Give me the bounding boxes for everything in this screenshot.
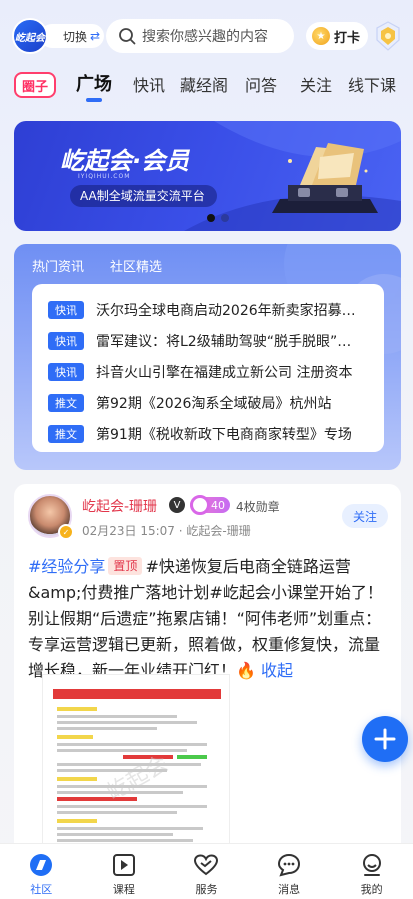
news-title: 第91期《税收新政下电商商家转型》专场 <box>96 426 352 443</box>
news-item[interactable]: 推文 第92期《2026淘系全域破局》杭州站 <box>48 387 374 418</box>
message-icon <box>278 853 301 877</box>
news-title: 第92期《2026淘系全域破局》杭州站 <box>96 395 332 412</box>
news-tag: 快讯 <box>48 331 84 350</box>
news-tag: 推文 <box>48 424 84 443</box>
medal-icon[interactable] <box>374 20 402 52</box>
nav-community[interactable]: 社区 <box>0 844 83 899</box>
news-tag: 快讯 <box>48 300 84 319</box>
service-icon <box>194 854 219 876</box>
tab-hot-news[interactable]: 热门资讯 <box>32 256 84 275</box>
tab-follow[interactable]: 关注 <box>300 72 332 96</box>
category-tabs: 圈子 广场 快讯 藏经阁 问答 关注 线下课 <box>0 68 413 102</box>
nav-label: 服务 <box>195 883 218 896</box>
hashtag[interactable]: #经验分享 <box>28 557 105 576</box>
active-tab-indicator <box>86 98 102 102</box>
course-icon <box>112 854 135 876</box>
news-tag: 快讯 <box>48 362 84 381</box>
news-title: 雷军建议：将L2级辅助驾驶“脱手脱眼”列入 <box>96 333 358 350</box>
switch-label: 切换 <box>63 29 88 44</box>
follow-button[interactable]: 关注 <box>342 504 388 528</box>
nav-message[interactable]: 消息 <box>248 844 331 899</box>
app-logo[interactable]: 屹起会 <box>12 18 48 54</box>
banner-title: 屹起会·会员 <box>60 147 190 175</box>
nav-label: 消息 <box>278 883 301 896</box>
checkin-button[interactable]: ★ 打卡 <box>306 22 368 50</box>
verified-badge-icon: ✓ <box>58 524 74 540</box>
top-bar: 切换 ⇄ 屹起会 搜索你感兴趣的内容 ★ 打卡 <box>0 12 413 58</box>
news-card: 热门资讯 社区精选 快讯 沃尔玛全球电商启动2026年新卖家招募计划 快讯 雷军… <box>14 244 401 470</box>
news-title: 抖音火山引擎在福建成立新公司 注册资本 <box>96 364 353 381</box>
news-list: 快讯 沃尔玛全球电商启动2026年新卖家招募计划 快讯 雷军建议：将L2级辅助驾… <box>32 284 384 452</box>
v-badge-icon: V <box>169 497 185 513</box>
create-post-button[interactable] <box>362 716 408 762</box>
pagination-dot[interactable] <box>221 214 229 222</box>
news-tabs: 热门资讯 社区精选 <box>32 256 162 275</box>
bottom-navigation: 社区 课程 服务 消息 我的 <box>0 843 413 899</box>
post-content: #经验分享 置顶 #快递恢复后电商全链路运营&amp;付费推广落地计划#屹起会小课堂… <box>28 554 390 684</box>
svg-text:屹起会: 屹起会 <box>103 751 173 806</box>
news-tag: 推文 <box>48 393 84 412</box>
coin-icon: ★ <box>312 27 330 45</box>
nav-label: 我的 <box>360 883 383 896</box>
news-item[interactable]: 快讯 雷军建议：将L2级辅助驾驶“脱手脱眼”列入 <box>48 325 374 356</box>
circle-button[interactable]: 圈子 <box>14 72 56 98</box>
search-placeholder: 搜索你感兴趣的内容 <box>142 29 268 45</box>
banner-subtitle: AA制全域流量交流平台 <box>70 185 217 207</box>
tab-news[interactable]: 快讯 <box>133 72 165 96</box>
banner-domain: IYIQIHUI.COM <box>78 173 131 180</box>
post-card[interactable]: ✓ 屹起会-珊珊 V 40 4枚勋章 02月23日 15:07 · 屹起会-珊珊… <box>14 484 401 856</box>
switch-icon: ⇄ <box>90 29 101 43</box>
nav-profile[interactable]: 我的 <box>330 844 413 899</box>
news-title: 沃尔玛全球电商启动2026年新卖家招募计划 <box>96 302 358 319</box>
tab-library[interactable]: 藏经阁 <box>180 72 228 96</box>
pinned-badge: 置顶 <box>108 557 143 575</box>
checkin-label: 打卡 <box>334 30 361 46</box>
switch-button[interactable]: 切换 ⇄ <box>40 24 104 48</box>
medal-count[interactable]: 4枚勋章 <box>236 498 280 515</box>
nav-label: 社区 <box>30 883 53 896</box>
level-ring-icon <box>190 495 210 515</box>
news-item[interactable]: 推文 第91期《税收新政下电商商家转型》专场 <box>48 418 374 449</box>
tab-qa[interactable]: 问答 <box>245 72 277 96</box>
tab-offline-course[interactable]: 线下课 <box>348 72 396 96</box>
nav-label: 课程 <box>112 883 135 896</box>
post-image[interactable]: 屹起会 <box>42 674 230 856</box>
news-item[interactable]: 快讯 沃尔玛全球电商启动2026年新卖家招募计划 <box>48 294 374 325</box>
search-icon <box>119 28 136 45</box>
author-name[interactable]: 屹起会-珊珊 <box>82 496 157 516</box>
nav-course[interactable]: 课程 <box>83 844 166 899</box>
post-meta: 02月23日 15:07 · 屹起会-珊珊 <box>82 524 251 538</box>
banner-pagination <box>207 214 229 222</box>
member-banner[interactable]: 屹起会·会员 IYIQIHUI.COM AA制全域流量交流平台 <box>14 121 401 231</box>
nav-service[interactable]: 服务 <box>165 844 248 899</box>
plus-icon <box>374 728 396 750</box>
community-icon <box>30 854 53 876</box>
news-item[interactable]: 快讯 抖音火山引擎在福建成立新公司 注册资本 <box>48 356 374 387</box>
gift-box-icon <box>272 143 378 213</box>
collapse-link[interactable]: 收起 <box>261 661 293 680</box>
document-preview-image: 屹起会 <box>53 689 221 842</box>
pagination-dot-active[interactable] <box>207 214 215 222</box>
tab-plaza[interactable]: 广场 <box>76 70 112 96</box>
profile-icon <box>362 854 381 876</box>
search-input[interactable]: 搜索你感兴趣的内容 <box>106 19 294 53</box>
tab-community-picks[interactable]: 社区精选 <box>110 256 162 275</box>
